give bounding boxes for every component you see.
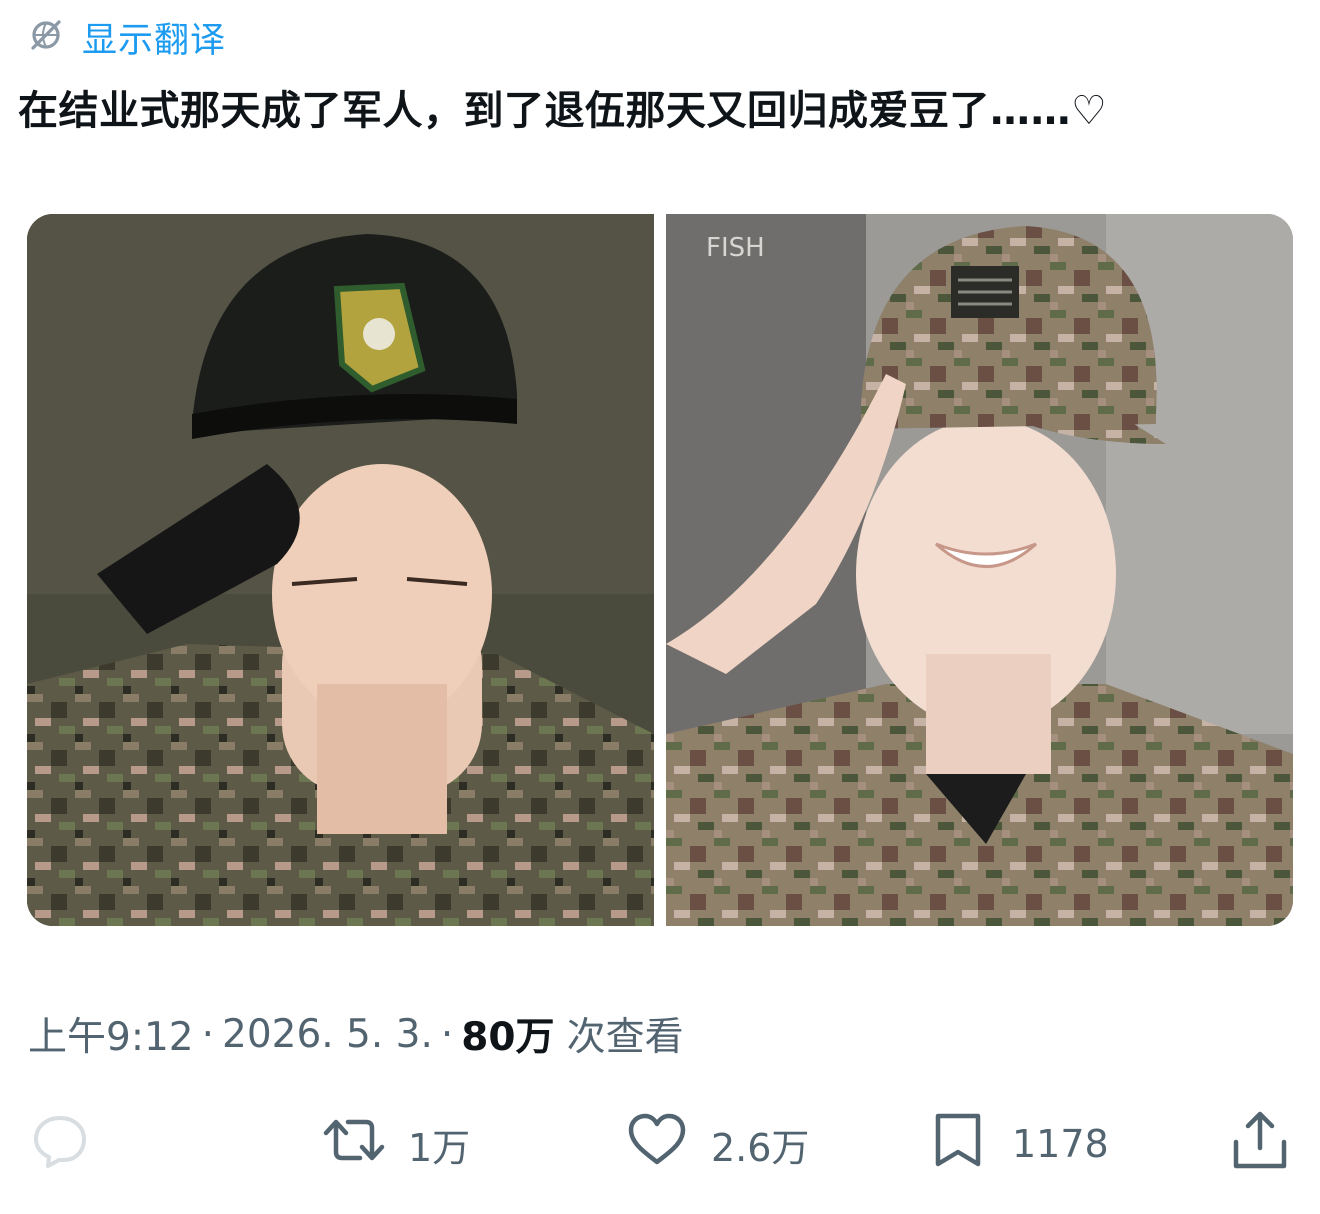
reply-bubble-icon bbox=[28, 1108, 92, 1181]
views-count: 80万 bbox=[461, 1015, 555, 1060]
show-translation-button[interactable]: 显示翻译 bbox=[26, 12, 226, 62]
retweet-count: 1万 bbox=[408, 1125, 471, 1170]
retweet-icon bbox=[322, 1108, 386, 1181]
bookmark-count: 1178 bbox=[1012, 1122, 1109, 1166]
like-count: 2.6万 bbox=[711, 1125, 810, 1170]
reply-button[interactable] bbox=[28, 1106, 92, 1182]
globe-slash-icon bbox=[26, 15, 66, 59]
share-upload-icon bbox=[1228, 1108, 1292, 1181]
tweet-text: 在结业式那天成了军人，到了退伍那天又回归成爱豆了……♡ bbox=[18, 88, 1108, 134]
bookmark-icon bbox=[926, 1108, 990, 1181]
retweet-button[interactable]: 1万 bbox=[322, 1106, 470, 1182]
like-button[interactable]: 2.6万 bbox=[625, 1106, 809, 1182]
bookmark-button[interactable]: 1178 bbox=[926, 1106, 1109, 1182]
views-label: 次查看 bbox=[566, 1015, 684, 1060]
share-button[interactable] bbox=[1228, 1106, 1292, 1182]
left-photo[interactable] bbox=[27, 214, 654, 926]
action-bar: 1万 2.6万 1178 bbox=[0, 1106, 1320, 1182]
meta-separator: · bbox=[201, 1011, 214, 1057]
meta-separator: · bbox=[440, 1011, 454, 1057]
tweet-date[interactable]: 2026. 5. 3. bbox=[222, 1012, 433, 1057]
heart-icon bbox=[625, 1108, 689, 1181]
photo-overlay-text: FISH bbox=[706, 233, 765, 263]
right-photo[interactable]: FISH bbox=[666, 214, 1293, 926]
show-translation-label: 显示翻译 bbox=[82, 20, 227, 61]
media-card[interactable]: FISH bbox=[27, 214, 1293, 926]
tweet-time: 上午9:12 bbox=[28, 1015, 194, 1060]
tweet-meta: 上午9:12 · 2026. 5. 3. · 80万 次查看 bbox=[28, 1008, 684, 1061]
